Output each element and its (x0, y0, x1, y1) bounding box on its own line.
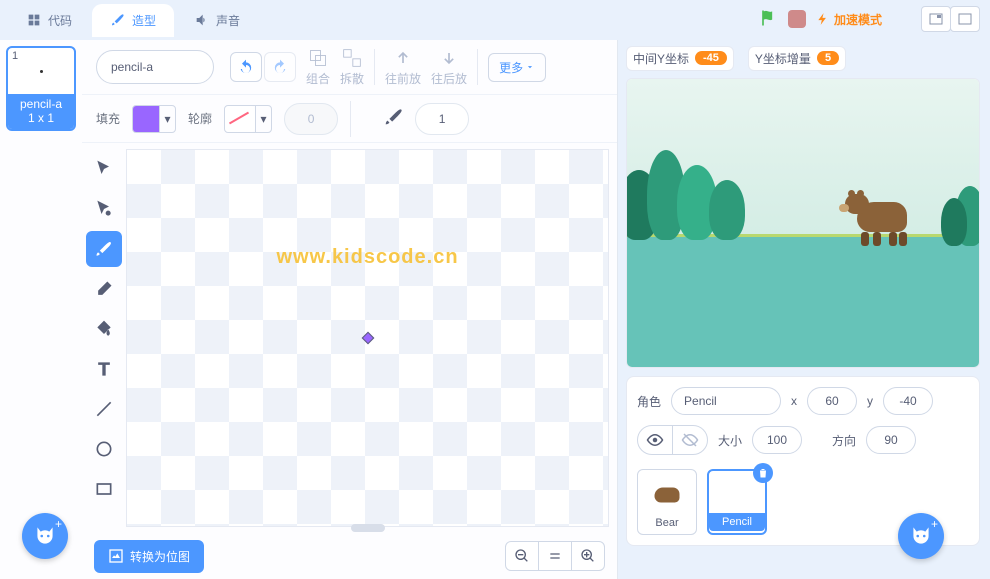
costume-name-input[interactable] (96, 50, 214, 84)
tab-sound[interactable]: 声音 (176, 4, 258, 37)
right-panel: 中间Y坐标 -45 Y坐标增量 5 (618, 40, 990, 579)
brush-size-icon (383, 106, 405, 131)
bear-sprite (849, 190, 919, 240)
fill-tool[interactable] (86, 311, 122, 347)
x-label: x (791, 394, 797, 408)
stop-button[interactable] (788, 10, 806, 28)
stage-preview[interactable] (626, 78, 980, 368)
brush-size-input[interactable]: 1 (415, 103, 469, 135)
outline-color-picker[interactable]: ▾ (224, 105, 272, 133)
top-bar: 代码 造型 声音 加速模式 (0, 0, 990, 40)
size-input[interactable] (752, 426, 802, 454)
line-tool[interactable] (86, 391, 122, 427)
select-tool[interactable] (86, 151, 122, 187)
hide-button[interactable] (672, 425, 708, 455)
editor-footer: 转换为位图 (82, 533, 617, 579)
y-label: y (867, 394, 873, 408)
brush-size-control: 1 (383, 103, 469, 135)
group-button[interactable]: 组合 (306, 48, 330, 87)
paint-canvas[interactable]: www.kidscode.cn (126, 149, 609, 527)
backward-button[interactable]: 往后放 (431, 48, 467, 87)
sound-icon (194, 12, 210, 28)
small-stage-button[interactable] (921, 6, 951, 32)
monitor-2-label: Y坐标增量 (755, 50, 811, 67)
turbo-indicator: 加速模式 (816, 11, 882, 28)
monitor-2[interactable]: Y坐标增量 5 (748, 46, 846, 71)
trees-right (935, 166, 980, 246)
zoom-reset-button[interactable] (538, 541, 572, 571)
tab-costume[interactable]: 造型 (92, 4, 174, 37)
sprite-card-pencil[interactable]: Pencil (707, 469, 767, 535)
tool-column (82, 143, 126, 533)
redo-button[interactable] (264, 52, 296, 82)
text-tool[interactable] (86, 351, 122, 387)
monitor-1[interactable]: 中间Y坐标 -45 (626, 46, 734, 71)
direction-label: 方向 (832, 432, 856, 449)
size-label: 大小 (718, 432, 742, 449)
bitmap-icon (108, 548, 124, 564)
show-button[interactable] (637, 425, 673, 455)
costume-thumb-1[interactable]: 1 pencil-a 1 x 1 (6, 46, 76, 131)
plus-icon: + (55, 517, 62, 531)
tab-code[interactable]: 代码 (8, 4, 90, 37)
x-input[interactable] (807, 387, 857, 415)
more-button[interactable]: 更多 (488, 53, 546, 82)
direction-input[interactable] (866, 426, 916, 454)
zoom-in-button[interactable] (571, 541, 605, 571)
rect-tool[interactable] (86, 471, 122, 507)
editor-tabs: 代码 造型 声音 (8, 4, 258, 37)
monitor-1-value: -45 (695, 51, 727, 65)
editor-header: 组合 拆散 往前放 往后放 更多 (82, 40, 617, 95)
add-sprite-fab[interactable]: + (898, 513, 944, 559)
sprite-name-label: 角色 (637, 393, 661, 410)
undo-button[interactable] (230, 52, 262, 82)
tab-costume-label: 造型 (132, 12, 156, 29)
monitor-2-value: 5 (817, 51, 839, 65)
costume-number: 1 (12, 50, 18, 62)
outline-label: 轮廓 (188, 110, 212, 127)
tab-code-label: 代码 (48, 12, 72, 29)
sprite-name-input[interactable] (671, 387, 781, 415)
zoom-controls (506, 541, 605, 571)
fill-row: 填充 ▾ 轮廓 ▾ 0 1 (82, 95, 617, 143)
main-area: 1 pencil-a 1 x 1 组合 拆散 往前放 往后放 更多 填充 ▾ (0, 40, 990, 579)
circle-tool[interactable] (86, 431, 122, 467)
costume-list: 1 pencil-a 1 x 1 (0, 40, 82, 579)
add-costume-fab[interactable]: + (22, 513, 68, 559)
paint-editor: 组合 拆散 往前放 往后放 更多 填充 ▾ 轮廓 ▾ 0 1 (82, 40, 618, 579)
fill-label: 填充 (96, 110, 120, 127)
green-flag-button[interactable] (758, 8, 778, 31)
eraser-tool[interactable] (86, 271, 122, 307)
stage-size-buttons (922, 6, 980, 32)
canvas-area: www.kidscode.cn (82, 143, 617, 533)
horizontal-scrollbar[interactable] (351, 524, 385, 532)
sprite-card-bear[interactable]: Bear (637, 469, 697, 535)
forward-button[interactable]: 往前放 (385, 48, 421, 87)
bear-thumb (655, 488, 680, 503)
costume-thumb-label: pencil-a 1 x 1 (8, 94, 74, 129)
ungroup-button[interactable]: 拆散 (340, 48, 364, 87)
zoom-out-button[interactable] (505, 541, 539, 571)
brush-icon (110, 12, 126, 28)
tab-sound-label: 声音 (216, 12, 240, 29)
plus-icon: + (931, 517, 938, 531)
bolt-icon (816, 12, 830, 26)
code-icon (26, 12, 42, 28)
monitor-bar: 中间Y坐标 -45 Y坐标增量 5 (626, 46, 980, 70)
convert-bitmap-button[interactable]: 转换为位图 (94, 540, 204, 573)
watermark: www.kidscode.cn (276, 246, 458, 269)
reshape-tool[interactable] (86, 191, 122, 227)
outline-width-input[interactable]: 0 (284, 103, 338, 135)
delete-sprite-button[interactable] (753, 463, 773, 483)
canvas-center-marker (361, 332, 374, 345)
y-input[interactable] (883, 387, 933, 415)
fill-color-picker[interactable]: ▾ (132, 105, 176, 133)
trees-left (626, 140, 759, 240)
brush-tool[interactable] (86, 231, 122, 267)
large-stage-button[interactable] (950, 6, 980, 32)
monitor-1-label: 中间Y坐标 (633, 50, 689, 67)
stage-controls: 加速模式 (758, 6, 980, 32)
